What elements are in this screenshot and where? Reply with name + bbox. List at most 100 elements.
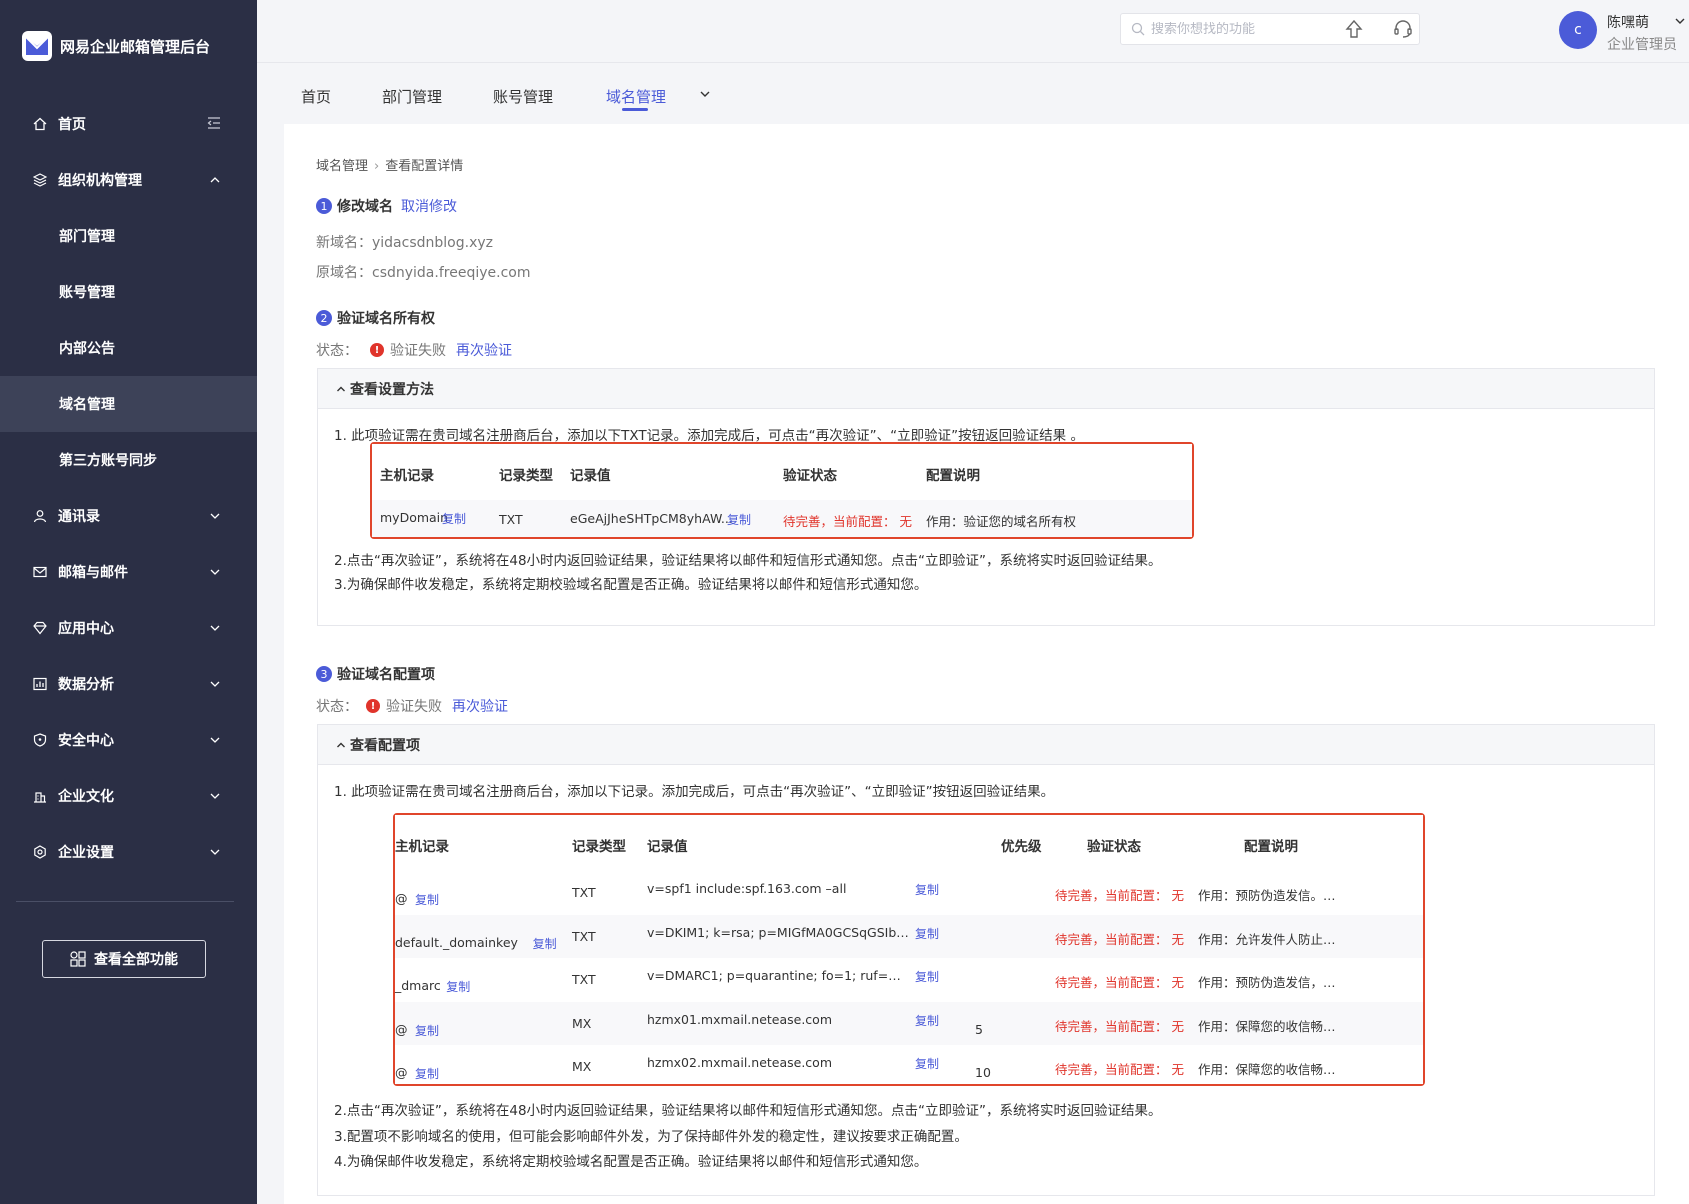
record-status: 待完善，当前配置： 无	[783, 514, 912, 529]
host-record: @	[395, 1021, 408, 1037]
record-description: 作用：保障您的收信畅通...	[1198, 1062, 1338, 1077]
record-value: hzmx01.mxmail.netease.com	[647, 1011, 833, 1027]
priority: 5	[975, 1021, 983, 1037]
copy-value-button[interactable]: 复制	[915, 1055, 939, 1072]
chevron-down-icon[interactable]	[1674, 15, 1686, 31]
copy-host-button[interactable]: 复制	[415, 1065, 439, 1082]
netease-mail-logo-icon	[22, 31, 52, 61]
breadcrumb-current: 查看配置详情	[385, 159, 464, 174]
record-status: 待完善，当前配置： 无	[1055, 931, 1184, 947]
tab-accounts[interactable]: 账号管理	[493, 86, 553, 107]
tab-home[interactable]: 首页	[301, 86, 331, 107]
sidebar-item-mailbox[interactable]: 邮箱与邮件	[0, 544, 257, 600]
step2-instruction-1: 1. 此项验证需在贵司域名注册商后台，添加以下TXT记录。添加完成后，可点击“再…	[334, 428, 1084, 444]
content-card: 域名管理 › 查看配置详情 1 修改域名 取消修改 新域名：yidacsdnblog…	[284, 124, 1689, 1204]
sidebar-nav: 首页 组织机构管理 部门管理 账号管理 内部公告 域名管理 第三方账号同步 通讯…	[0, 96, 257, 880]
headset-icon[interactable]	[1392, 18, 1414, 40]
record-status: 待完善，当前配置： 无	[1055, 1062, 1184, 1077]
user-role: 企业管理员	[1607, 37, 1677, 53]
record-type: TXT	[572, 885, 596, 900]
sidebar-item-culture[interactable]: 企业文化	[0, 768, 257, 824]
sidebar-item-settings[interactable]: 企业设置	[0, 824, 257, 880]
step2-status: 状态： ! 验证失败 再次验证	[316, 340, 512, 360]
sidebar-item-departments[interactable]: 部门管理	[0, 208, 257, 264]
sidebar-item-third-party-sync[interactable]: 第三方账号同步	[0, 432, 257, 488]
more-tabs-chevron-down-icon[interactable]	[699, 88, 711, 104]
error-icon: !	[366, 699, 380, 713]
sidebar-item-analytics[interactable]: 数据分析	[0, 656, 257, 712]
table-row: myDomain 复制 TXT eGeAjJheSHTpCM8yhAW... 复…	[372, 500, 1192, 537]
avatar[interactable]: c	[1559, 11, 1597, 49]
record-type: TXT	[572, 928, 596, 944]
record-type: MX	[572, 1015, 592, 1031]
brand[interactable]: 网易企业邮箱管理后台	[22, 30, 210, 62]
copy-value-button[interactable]: 复制	[727, 511, 751, 528]
top-bar: c 陈嘿萌 企业管理员	[257, 0, 1689, 63]
record-value: v=spf1 include:spf.163.com –all	[647, 881, 847, 896]
chevron-down-icon	[209, 510, 221, 522]
chevron-up-icon	[337, 386, 345, 391]
building-icon	[32, 788, 48, 804]
step1-header: 1 修改域名 取消修改	[316, 196, 457, 216]
step2-status-value: 验证失败	[390, 343, 446, 359]
bar-chart-icon	[32, 676, 48, 692]
tab-departments[interactable]: 部门管理	[382, 86, 442, 107]
step3-instruction-2: 2.点击“再次验证”，系统将在48小时内返回验证结果，验证结果将以邮件和短信形式…	[334, 1103, 1162, 1119]
app-title: 网易企业邮箱管理后台	[60, 37, 211, 56]
sidebar-item-apps[interactable]: 应用中心	[0, 600, 257, 656]
copy-host-button[interactable]: 复制	[415, 1022, 439, 1039]
config-items-toggle[interactable]: 查看配置项	[318, 725, 1654, 765]
step3-status: 状态： ! 验证失败 再次验证	[316, 696, 508, 716]
copy-host-button[interactable]: 复制	[415, 891, 439, 908]
page-tabs: 首页 部门管理 账号管理 域名管理	[257, 64, 1689, 124]
copy-host-button[interactable]: 复制	[442, 510, 466, 527]
step2-header: 2 验证域名所有权	[316, 308, 435, 328]
upload-icon[interactable]	[1343, 18, 1365, 40]
copy-value-button[interactable]: 复制	[915, 925, 939, 942]
chevron-down-icon	[209, 566, 221, 578]
sidebar-item-org[interactable]: 组织机构管理	[0, 152, 257, 208]
sidebar-item-announcements[interactable]: 内部公告	[0, 320, 257, 376]
old-domain: 原域名：csdnyida.freeqiye.com	[316, 265, 531, 281]
host-record: @	[395, 891, 408, 906]
step2-reverify-link[interactable]: 再次验证	[456, 340, 512, 360]
tab-domains[interactable]: 域名管理	[606, 86, 666, 107]
breadcrumb-parent[interactable]: 域名管理	[316, 159, 368, 174]
step2-instruction-2: 2.点击“再次验证”，系统将在48小时内返回验证结果，验证结果将以邮件和短信形式…	[334, 553, 1162, 569]
sidebar-item-home[interactable]: 首页	[0, 96, 257, 152]
copy-value-button[interactable]: 复制	[915, 968, 939, 985]
cancel-modify-link[interactable]: 取消修改	[401, 196, 457, 216]
sidebar-item-accounts[interactable]: 账号管理	[0, 264, 257, 320]
record-description: 作用：保障您的收信畅通...	[1198, 1018, 1338, 1034]
view-all-features-button[interactable]: 查看全部功能	[42, 940, 206, 978]
sidebar: 网易企业邮箱管理后台 首页 组织机构管理 部门管理 账号管理 内部公告 域名管理…	[0, 0, 257, 1204]
copy-host-button[interactable]: 复制	[533, 935, 557, 952]
step3-instruction-4: 4.为确保邮件收发稳定，系统将定期校验域名配置是否正确。验证结果将以邮件和短信形…	[334, 1154, 928, 1170]
host-record: @	[395, 1065, 408, 1080]
mail-icon	[32, 564, 48, 580]
sidebar-item-contacts[interactable]: 通讯录	[0, 488, 257, 544]
chevron-down-icon	[209, 678, 221, 690]
collapse-menu-icon[interactable]	[207, 116, 223, 132]
user-name[interactable]: 陈嘿萌	[1607, 12, 1649, 32]
priority: 10	[975, 1065, 991, 1080]
breadcrumb-separator: ›	[374, 159, 380, 174]
search-box[interactable]	[1120, 13, 1420, 45]
setup-method-toggle[interactable]: 查看设置方法	[318, 369, 1654, 409]
user-icon	[32, 508, 48, 524]
record-type: TXT	[572, 972, 596, 987]
copy-host-button[interactable]: 复制	[446, 978, 470, 995]
step2-instruction-3: 3.为确保邮件收发稳定，系统将定期校验域名配置是否正确。验证结果将以邮件和短信形…	[334, 577, 928, 593]
copy-value-button[interactable]: 复制	[915, 881, 939, 898]
config-items-panel: 查看配置项 1. 此项验证需在贵司域名注册商后台，添加以下记录。添加完成后，可点…	[317, 724, 1655, 1196]
sidebar-item-domains[interactable]: 域名管理	[0, 376, 257, 432]
copy-value-button[interactable]: 复制	[915, 1012, 939, 1029]
record-value: hzmx02.mxmail.netease.com	[647, 1055, 833, 1070]
record-status: 待完善，当前配置： 无	[1055, 888, 1184, 903]
table-header: 主机记录 记录类型 记录值 优先级 验证状态 配置说明	[395, 839, 1298, 855]
table-row: @ 复制 MX hzmx02.mxmail.netease.com 复制 10 待完善，当前…	[395, 1045, 1423, 1089]
sidebar-item-security[interactable]: 安全中心	[0, 712, 257, 768]
gear-icon	[32, 844, 48, 860]
step3-reverify-link[interactable]: 再次验证	[452, 696, 508, 716]
table-row: @ 复制 TXT v=spf1 include:spf.163.com –all 复制 待…	[395, 871, 1423, 915]
